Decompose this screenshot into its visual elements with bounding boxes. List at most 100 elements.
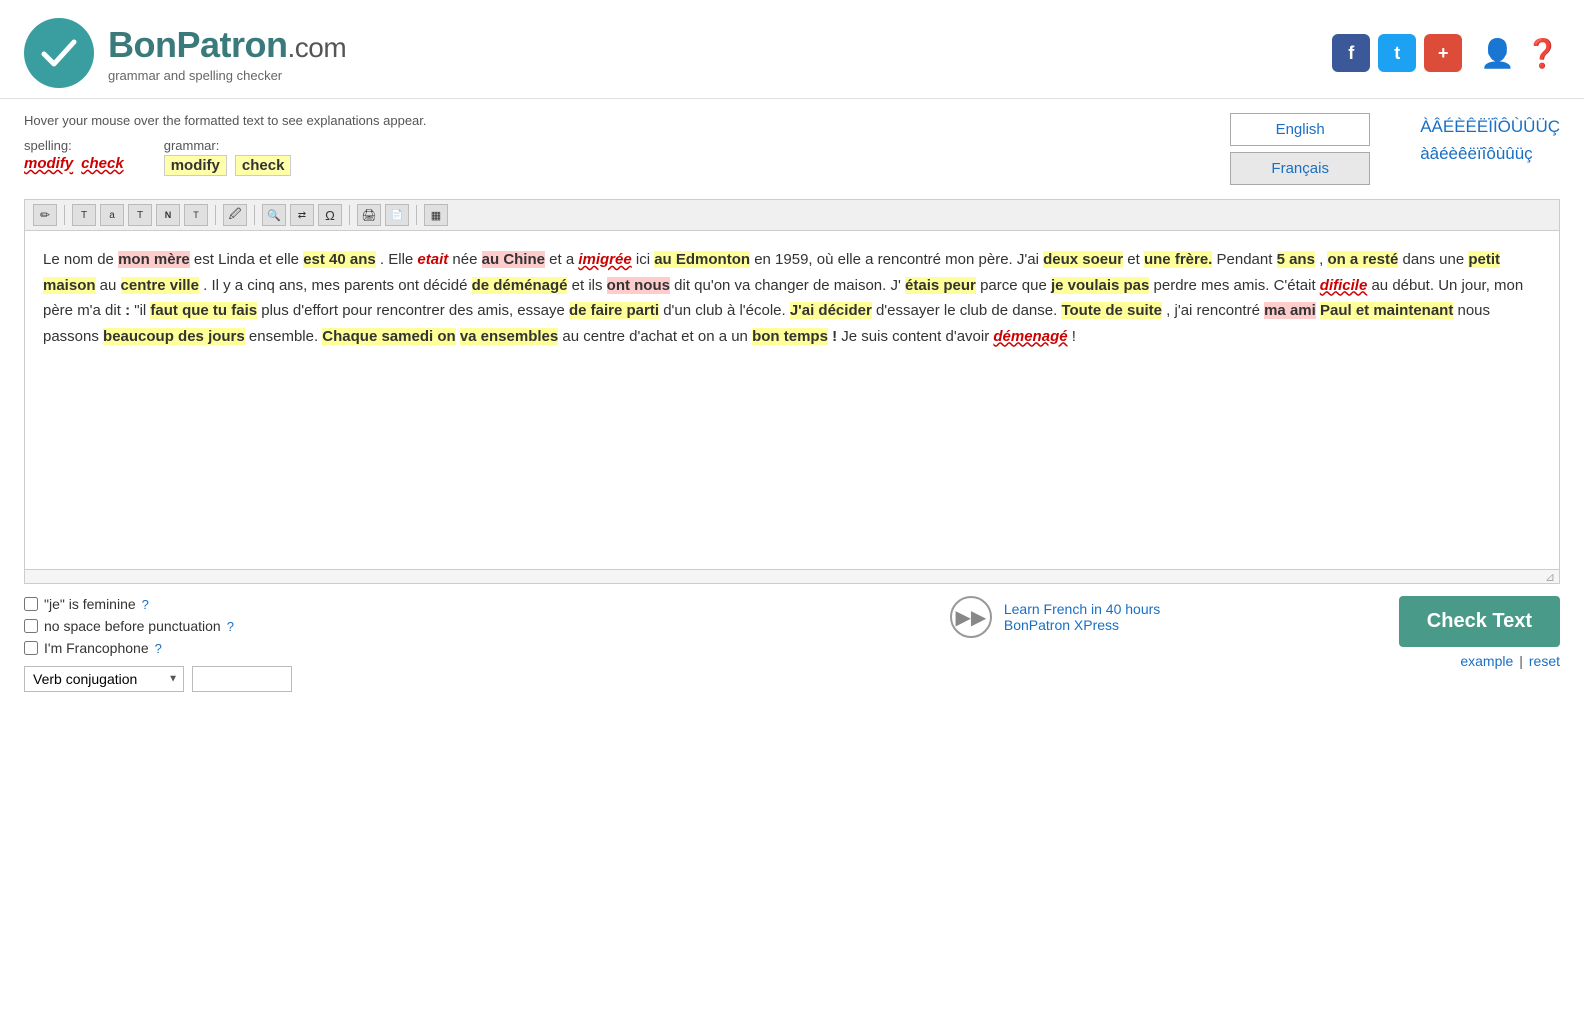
site-title: BonPatron.com [108,24,346,66]
learn-french-text: Learn French in 40 hours BonPatron XPres… [1004,601,1160,633]
error-une-frere: une frère. [1144,251,1212,268]
learn-french-play-icon[interactable]: ▶▶ [950,596,992,638]
verb-conjugation-select[interactable]: Verb conjugation [24,666,184,692]
toolbar-print[interactable]: 🖨 [357,204,381,226]
je-feminine-help[interactable]: ? [142,597,149,612]
toolbar-text3[interactable]: N [156,204,180,226]
reset-link[interactable]: reset [1529,653,1560,669]
error-je-voulais-pas: je voulais pas [1051,277,1149,294]
no-space-help[interactable]: ? [227,619,234,634]
toolbar-replace[interactable]: ⇄ [290,204,314,226]
checkbox-je-feminine-label: "je" is feminine [44,596,136,612]
error-mon-mere: mon mère [118,251,190,268]
error-est-40-ans: est 40 ans [303,251,376,268]
learn-french-link1[interactable]: Learn French in 40 hours [1004,601,1160,617]
english-language-button[interactable]: English [1230,113,1370,146]
error-imigree: imigrée [578,251,631,268]
check-text-button[interactable]: Check Text [1399,596,1560,647]
separator: | [1519,653,1523,669]
checkbox-je-feminine[interactable] [24,597,38,611]
toolbar-text1[interactable]: T [72,204,96,226]
toolbar-sep-4 [349,205,350,225]
error-de-demenage: de déménagé [472,277,568,294]
error-ma-ami: ma ami [1264,302,1316,319]
error-deux-soeur: deux soeur [1043,251,1123,268]
editor-toolbar: ✏ T a T N T 🖉 🔍 ⇄ Ω 🖨 📄 ▦ [24,199,1560,230]
error-5-ans: 5 ans [1277,251,1315,268]
error-au-edmonton: au Edmonton [654,251,750,268]
spelling-modify-example: modify [24,155,73,172]
toolbar-export[interactable]: 📄 [385,204,409,226]
grammar-check-example: check [235,155,292,176]
bottom-right: Check Text example | reset [1399,596,1560,669]
error-on-a-reste: on a resté [1327,251,1398,268]
error-chaque-samedi: Chaque samedi on [322,328,455,345]
bottom-center: ▶▶ Learn French in 40 hours BonPatron XP… [711,596,1398,638]
error-bon-temps: bon temps [752,328,828,345]
example-link[interactable]: example [1460,653,1513,669]
toolbar-text2[interactable]: T [128,204,152,226]
site-subtitle: grammar and spelling checker [108,68,346,83]
editor-resize-bar: ⊿ [24,570,1560,584]
error-faut-que-tu-fais: faut que tu fais [150,302,257,319]
error-etais-peur: étais peur [905,277,976,294]
grammar-modify-example: modify [164,155,227,176]
toolbar-pencil[interactable]: ✏ [33,204,57,226]
resize-handle[interactable]: ⊿ [1545,570,1555,584]
spelling-legend: spelling: modify check [24,138,124,172]
logo-area: BonPatron.com grammar and spelling check… [24,18,346,88]
example-reset-row: example | reset [1460,653,1560,669]
checkbox-je-feminine-row: "je" is feminine ? [24,596,711,612]
controls-left: Hover your mouse over the formatted text… [24,113,1180,176]
checkbox-francophone-row: I'm Francophone ? [24,640,711,656]
grammar-items: modify check [164,155,292,176]
checkbox-no-space[interactable] [24,619,38,633]
grammar-label: grammar: [164,138,220,153]
spelling-items: modify check [24,155,124,172]
grammar-legend: grammar: modify check [164,138,292,176]
error-beaucoup-des-jours: beaucoup des jours [103,328,245,345]
special-chars-upper[interactable]: ÀÂÉÈÊËÏÎÔÙÛÜÇ [1420,113,1560,140]
error-va-ensembles: va ensembles [460,328,558,345]
bottom-left: "je" is feminine ? no space before punct… [24,596,711,692]
checkbox-francophone[interactable] [24,641,38,655]
toolbar-eraser[interactable]: 🖉 [223,204,247,226]
error-etait: etait [417,251,448,268]
facebook-button[interactable]: f [1332,34,1370,72]
checkbox-no-space-row: no space before punctuation ? [24,618,711,634]
francais-language-button[interactable]: Français [1230,152,1370,185]
googleplus-button[interactable]: + [1424,34,1462,72]
error-toute-de-suite: Toute de suite [1061,302,1162,319]
learn-french-link2[interactable]: BonPatron XPress [1004,617,1160,633]
user-icon[interactable]: 👤 [1480,37,1515,70]
social-icons: f t + [1332,34,1462,72]
error-ont-nous: ont nous [607,277,670,294]
hover-hint: Hover your mouse over the formatted text… [24,113,1180,128]
special-chars-lower[interactable]: àâéèêëïîôùûüç [1420,140,1560,167]
francophone-help[interactable]: ? [155,641,162,656]
error-demenage2: démenagé [993,328,1067,345]
error-centre-ville: centre ville [121,277,199,294]
logo-text-area: BonPatron.com grammar and spelling check… [108,24,346,83]
editor-area[interactable]: Le nom de mon mère est Linda et elle est… [24,230,1560,570]
logo-icon [24,18,94,88]
toolbar-sep-3 [254,205,255,225]
error-au-chine: au Chine [482,251,545,268]
controls-area: Hover your mouse over the formatted text… [0,99,1584,185]
spelling-check-example: check [81,155,124,172]
special-characters: ÀÂÉÈÊËÏÎÔÙÛÜÇ àâéèêëïîôùûüç [1420,113,1560,167]
error-jai-decider: J'ai décider [790,302,872,319]
twitter-button[interactable]: t [1378,34,1416,72]
verb-input[interactable] [192,666,292,692]
toolbar-omega[interactable]: Ω [318,204,342,226]
checkbox-no-space-label: no space before punctuation [44,618,221,634]
checkbox-francophone-label: I'm Francophone [44,640,149,656]
toolbar-sep-5 [416,205,417,225]
help-icon[interactable]: ❓ [1525,37,1560,70]
toolbar-text4[interactable]: T [184,204,208,226]
toolbar-find[interactable]: 🔍 [262,204,286,226]
header: BonPatron.com grammar and spelling check… [0,0,1584,99]
toolbar-sep-1 [64,205,65,225]
toolbar-table[interactable]: ▦ [424,204,448,226]
toolbar-a[interactable]: a [100,204,124,226]
